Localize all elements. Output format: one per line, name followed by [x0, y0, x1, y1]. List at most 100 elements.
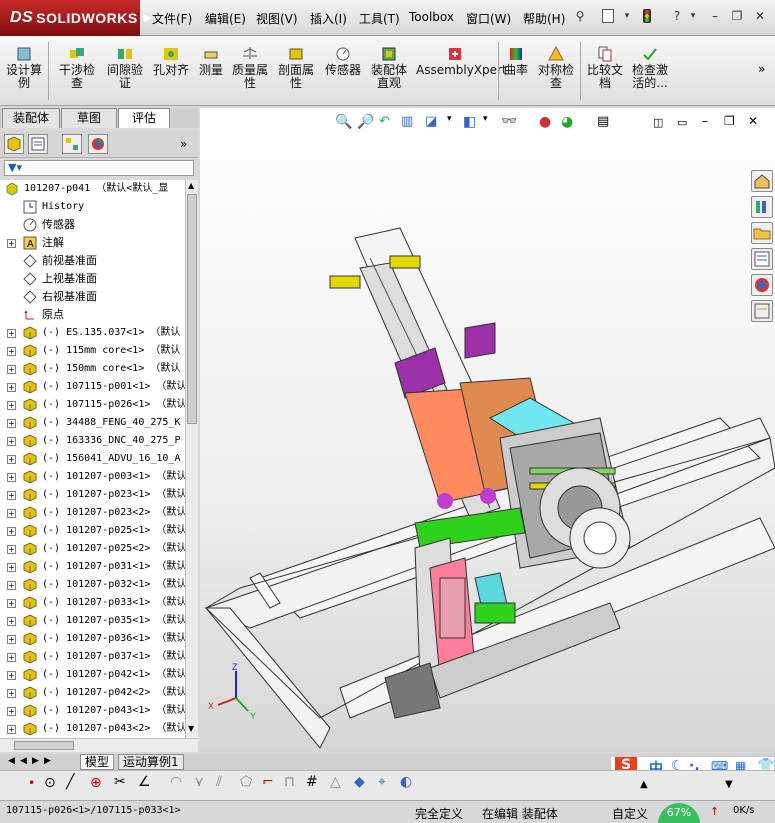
symmetry-check-button[interactable]: 对称检查: [536, 46, 576, 90]
expand-toggle-icon[interactable]: +: [7, 635, 16, 644]
convert-entities-icon[interactable]: ⫽: [216, 774, 222, 790]
expand-toggle-icon[interactable]: +: [7, 617, 16, 626]
expand-toggle-icon[interactable]: +: [7, 581, 16, 590]
expand-toggle-icon[interactable]: +: [7, 689, 16, 698]
tree-item[interactable]: + (-) 163336_DNC_40_275_P: [0, 432, 185, 450]
point-icon[interactable]: •: [28, 776, 35, 790]
measure-button[interactable]: 测量: [196, 46, 226, 77]
polygon-icon[interactable]: ⬠: [240, 774, 252, 790]
scroll-up-mini-icon[interactable]: ▲: [640, 779, 648, 790]
tree-hscrollbar[interactable]: [0, 738, 198, 752]
expand-toggle-icon[interactable]: +: [7, 419, 16, 428]
tree-item[interactable]: 前视基准面: [0, 252, 185, 270]
feature-tree-icon[interactable]: [4, 134, 24, 154]
hscroll-thumb[interactable]: [14, 741, 74, 750]
more-commands-icon[interactable]: »: [758, 62, 765, 76]
tree-item[interactable]: + (-) 101207-p032<1> （默认: [0, 576, 185, 594]
scroll-down-icon[interactable]: ▼: [188, 724, 194, 733]
expand-toggle-icon[interactable]: +: [7, 491, 16, 500]
tree-item[interactable]: + (-) ES.135.037<1> （默认: [0, 324, 185, 342]
menu-edit[interactable]: 编辑(E): [205, 10, 246, 27]
scrollbar-thumb[interactable]: [187, 194, 197, 424]
tree-item[interactable]: + (-) 150mm core<1> （默认: [0, 360, 185, 378]
tree-item[interactable]: + (-) 156041_ADVU_16_10_A: [0, 450, 185, 468]
tree-item[interactable]: + (-) 101207-p036<1> （默认: [0, 630, 185, 648]
compare-docs-button[interactable]: 比较文档: [584, 46, 626, 90]
tree-item[interactable]: + (-) 101207-p031<1> （默认: [0, 558, 185, 576]
expand-toggle-icon[interactable]: +: [7, 473, 16, 482]
scroll-up-icon[interactable]: ▲: [188, 181, 194, 190]
assemblyxpert-button[interactable]: AssemblyXpert: [416, 46, 507, 77]
graphics-viewport[interactable]: 🔍 🔎 ↶ ▥ ◪ ▾ ◧ ▾ 👓 ● ◕ ▤ ◫ ▭ – ❐ ✕ Z X Y: [200, 108, 775, 754]
menu-file[interactable]: 文件(F): [152, 10, 192, 27]
help-icon[interactable]: ?: [670, 9, 684, 23]
tree-item[interactable]: + (-) 107115-p001<1> （默认: [0, 378, 185, 396]
tab-evaluate[interactable]: 评估: [118, 108, 170, 128]
mirror-icon[interactable]: ⋎: [194, 774, 204, 790]
configuration-manager-icon[interactable]: [62, 134, 82, 154]
circle-icon[interactable]: ⊙: [44, 775, 56, 791]
tab-scroll-left-icon[interactable]: ◀: [8, 756, 15, 766]
tree-item[interactable]: + (-) 101207-p043<2> （默认: [0, 720, 185, 738]
file-explorer-icon[interactable]: [751, 222, 773, 244]
expand-toggle-icon[interactable]: +: [7, 527, 16, 536]
repair-sketch-icon[interactable]: ◐: [400, 774, 412, 790]
expand-toggle-icon[interactable]: +: [7, 239, 16, 248]
tree-item[interactable]: + (-) 101207-p035<1> （默认: [0, 612, 185, 630]
tree-item[interactable]: 传感器: [0, 216, 185, 234]
menu-view[interactable]: 视图(V): [256, 10, 298, 27]
design-study-button[interactable]: 设计算例: [6, 46, 42, 90]
expand-toggle-icon[interactable]: +: [7, 383, 16, 392]
help-dropdown-icon[interactable]: ▾: [686, 9, 700, 23]
curvature-button[interactable]: 曲率: [502, 46, 530, 77]
expand-toggle-icon[interactable]: +: [7, 329, 16, 338]
expand-toggle-icon[interactable]: +: [7, 599, 16, 608]
tree-scrollbar[interactable]: ▲ ▼: [185, 180, 198, 738]
smart-dimension-icon[interactable]: ⌐: [262, 774, 274, 790]
assembly-model[interactable]: [200, 108, 775, 754]
tree-item[interactable]: + (-) 101207-p025<1> （默认: [0, 522, 185, 540]
line-icon[interactable]: ╱: [66, 774, 74, 790]
scroll-down-mini-icon[interactable]: ▼: [725, 779, 733, 790]
expand-toggle-icon[interactable]: +: [7, 347, 16, 356]
property-manager-icon[interactable]: [28, 134, 48, 154]
assembly-visual-button[interactable]: 装配体直观: [368, 46, 410, 90]
tab-assembly[interactable]: 装配体: [2, 108, 60, 128]
tree-item[interactable]: + (-) 101207-p042<1> （默认: [0, 666, 185, 684]
tree-item[interactable]: + (-) 101207-p033<1> （默认: [0, 594, 185, 612]
expand-toggle-icon[interactable]: +: [7, 545, 16, 554]
menu-help[interactable]: 帮助(H): [523, 10, 565, 27]
menu-tools[interactable]: 工具(T): [359, 10, 400, 27]
expand-toggle-icon[interactable]: +: [7, 455, 16, 464]
mass-properties-button[interactable]: 质量属性: [230, 46, 270, 90]
centerpoint-circle-icon[interactable]: ⊕: [90, 775, 102, 791]
filter-field[interactable]: ▼▾: [4, 160, 194, 176]
expand-toggle-icon[interactable]: +: [7, 401, 16, 410]
tree-item[interactable]: + (-) 101207-p003<1> （默认: [0, 468, 185, 486]
rapid-sketch-icon[interactable]: ⌖: [378, 774, 386, 790]
interference-check-button[interactable]: 干涉检查: [56, 46, 98, 90]
tree-item[interactable]: + (-) 101207-p043<1> （默认: [0, 702, 185, 720]
hole-align-button[interactable]: 孔对齐: [150, 46, 192, 77]
expand-panel-icon[interactable]: »: [180, 137, 187, 151]
expand-toggle-icon[interactable]: +: [7, 671, 16, 680]
pin-icon[interactable]: ⚲: [573, 9, 587, 23]
relation-icon[interactable]: △: [330, 774, 341, 790]
restore-icon[interactable]: ❐: [730, 9, 744, 23]
expand-toggle-icon[interactable]: +: [7, 707, 16, 716]
angle-icon[interactable]: ∠: [138, 774, 151, 790]
tree-item[interactable]: + (-) 101207-p025<2> （默认: [0, 540, 185, 558]
menu-insert[interactable]: 插入(I): [310, 10, 347, 27]
dropdown-arrow-icon[interactable]: ▾: [620, 9, 634, 23]
menu-toolbox[interactable]: Toolbox: [409, 10, 454, 24]
tree-item[interactable]: + (-) 101207-p023<2> （默认: [0, 504, 185, 522]
tree-item[interactable]: 原点: [0, 306, 185, 324]
tree-item[interactable]: + (-) 34488_FENG_40_275_K: [0, 414, 185, 432]
design-library-icon[interactable]: [751, 196, 773, 218]
tree-item[interactable]: 右视基准面: [0, 288, 185, 306]
close-icon[interactable]: ✕: [753, 9, 767, 23]
cube-icon[interactable]: ◆: [354, 774, 365, 790]
tab-scroll-right-icon[interactable]: ◀: [20, 756, 27, 766]
tree-item[interactable]: + (-) 115mm core<1> （默认: [0, 342, 185, 360]
expand-toggle-icon[interactable]: +: [7, 563, 16, 572]
